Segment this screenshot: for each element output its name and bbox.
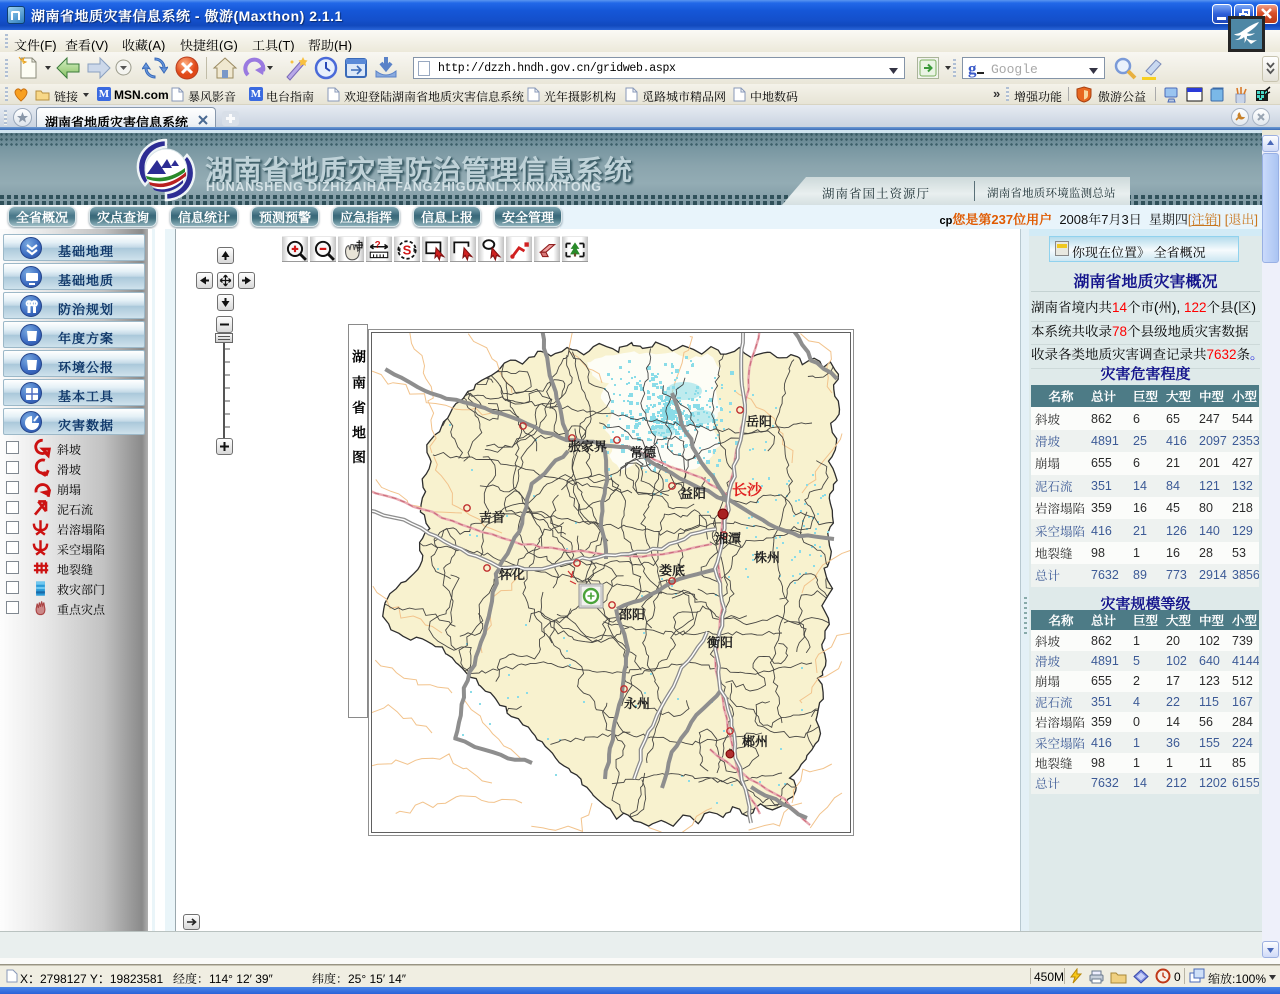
svg-text:吉首: 吉首 xyxy=(479,507,505,526)
svg-text:张家界: 张家界 xyxy=(568,436,607,455)
svg-text:郴州: 郴州 xyxy=(742,731,768,750)
svg-text:株州: 株州 xyxy=(753,547,780,566)
svg-text:怀化: 怀化 xyxy=(498,564,525,583)
svg-text:长沙: 长沙 xyxy=(732,479,763,500)
svg-text:永州: 永州 xyxy=(624,693,650,712)
svg-text:娄底: 娄底 xyxy=(659,560,685,579)
svg-text:衡阳: 衡阳 xyxy=(707,632,733,651)
svg-text:邵阳: 邵阳 xyxy=(619,604,645,623)
svg-text:岳阳: 岳阳 xyxy=(746,411,772,430)
svg-text:湘潭: 湘潭 xyxy=(715,528,741,547)
svg-text:常德: 常德 xyxy=(630,442,657,461)
svg-text:S: S xyxy=(403,242,412,257)
svg-text:益阳: 益阳 xyxy=(680,483,706,502)
svg-text:?: ? xyxy=(375,240,381,251)
